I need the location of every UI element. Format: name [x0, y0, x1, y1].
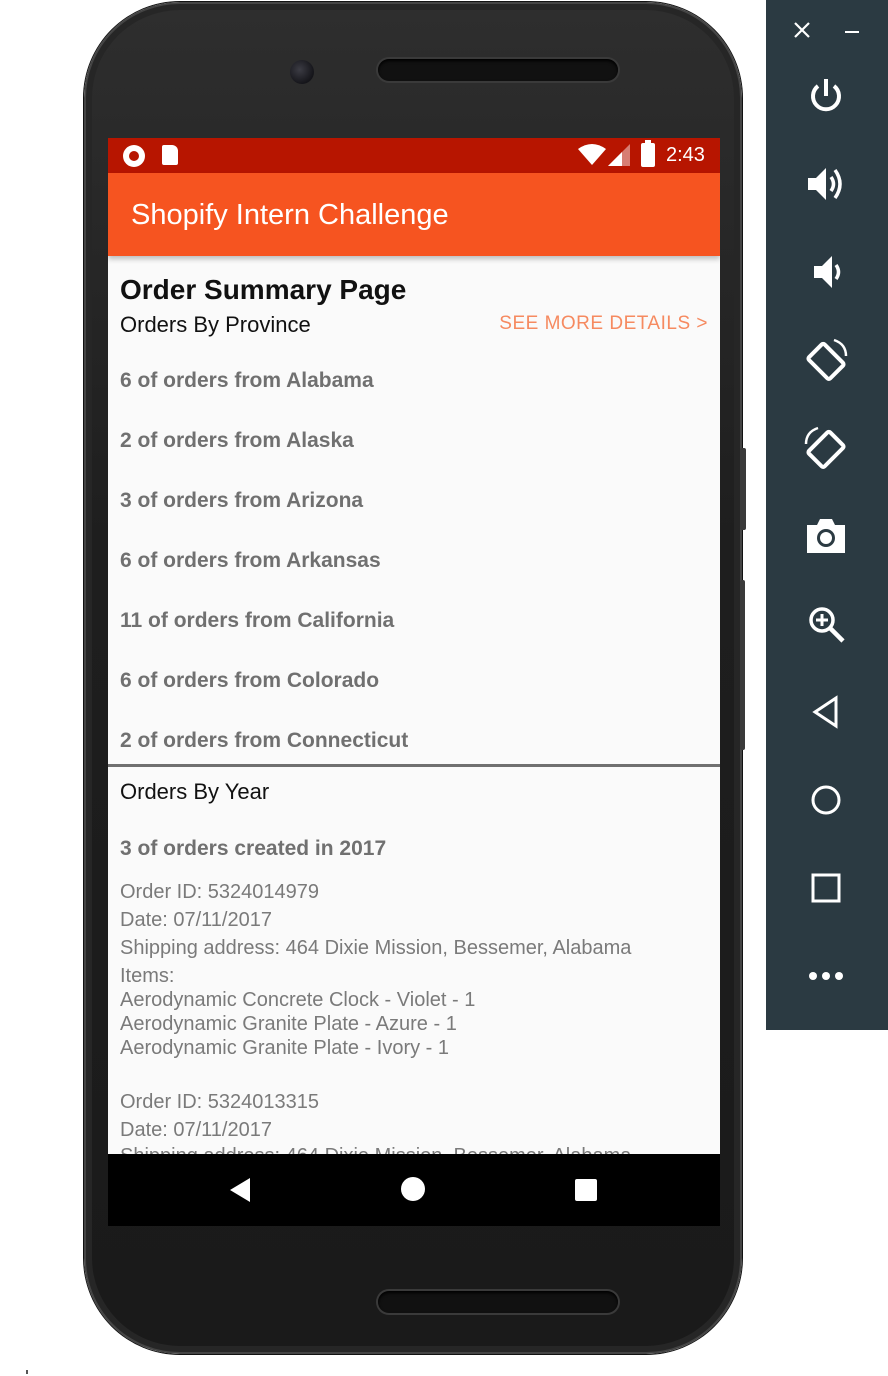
orders-by-year-label: Orders By Year	[120, 779, 270, 804]
screen-record-icon	[123, 145, 145, 167]
province-item: 3 of orders from Arizona	[120, 489, 364, 512]
page-title: Order Summary Page	[120, 274, 407, 305]
app-bar: Shopify Intern Challenge	[108, 173, 720, 256]
province-item: 11 of orders from California	[120, 609, 395, 632]
order-shipping-address: Shipping address: 464 Dixie Mission, Bes…	[120, 1144, 631, 1154]
emulator-toolbar	[766, 0, 888, 1030]
back-icon[interactable]	[790, 684, 862, 740]
artifact-mark	[26, 1370, 28, 1374]
order-item: Aerodynamic Granite Plate - Ivory - 1	[120, 1037, 450, 1059]
power-side-button	[740, 580, 745, 750]
see-more-details-button[interactable]: SEE MORE DETAILS >	[499, 312, 708, 336]
rotate-right-icon[interactable]	[790, 420, 862, 476]
order-id: Order ID: 5324013315	[120, 1091, 320, 1113]
volume-down-icon[interactable]	[790, 244, 862, 300]
overview-icon[interactable]	[790, 860, 862, 916]
status-bar: 2:43	[108, 138, 720, 173]
wifi-icon	[578, 144, 606, 165]
nav-home-icon[interactable]	[401, 1177, 425, 1201]
order-shipping-address: Shipping address: 464 Dixie Mission, Bes…	[120, 937, 632, 959]
volume-side-button	[740, 448, 746, 530]
province-item: 2 of orders from Alaska	[120, 429, 354, 452]
rotate-left-icon[interactable]	[790, 332, 862, 388]
camera-icon[interactable]	[790, 508, 862, 564]
orders-by-province-label: Orders By Province	[120, 312, 311, 337]
app-title: Shopify Intern Challenge	[131, 199, 449, 231]
scroll-content[interactable]: Order Summary Page Orders By Province SE…	[108, 256, 720, 1154]
minimize-icon[interactable]	[838, 16, 866, 44]
battery-icon	[641, 140, 655, 167]
sd-card-icon	[162, 145, 178, 165]
more-icon[interactable]	[790, 948, 862, 1004]
close-icon[interactable]	[788, 16, 816, 44]
front-camera	[290, 60, 314, 84]
cell-signal-icon	[608, 144, 630, 166]
device-screen: 2:43 Shopify Intern Challenge Order Summ…	[108, 138, 720, 1226]
order-item: Aerodynamic Granite Plate - Azure - 1	[120, 1013, 457, 1035]
province-item: 6 of orders from Arkansas	[120, 549, 381, 572]
nav-recents-icon[interactable]	[575, 1179, 597, 1201]
navigation-bar	[108, 1154, 720, 1226]
volume-up-icon[interactable]	[790, 156, 862, 212]
province-item: 6 of orders from Colorado	[120, 669, 380, 692]
year-heading: 3 of orders created in 2017	[120, 837, 387, 860]
zoom-icon[interactable]	[790, 596, 862, 652]
order-item: Aerodynamic Concrete Clock - Violet - 1	[120, 989, 476, 1011]
home-icon[interactable]	[790, 772, 862, 828]
order-date: Date: 07/11/2017	[120, 1119, 272, 1141]
order-date: Date: 07/11/2017	[120, 909, 272, 931]
province-item: 2 of orders from Connecticut	[120, 729, 409, 752]
bottom-speaker	[378, 1291, 618, 1313]
power-icon[interactable]	[790, 68, 862, 124]
order-id: Order ID: 5324014979	[120, 881, 320, 903]
province-item: 6 of orders from Alabama	[120, 369, 374, 392]
status-time: 2:43	[666, 144, 705, 166]
order-items-label: Items:	[120, 965, 175, 987]
top-speaker	[378, 59, 618, 81]
nav-back-icon[interactable]	[230, 1178, 250, 1202]
section-divider	[108, 764, 720, 767]
